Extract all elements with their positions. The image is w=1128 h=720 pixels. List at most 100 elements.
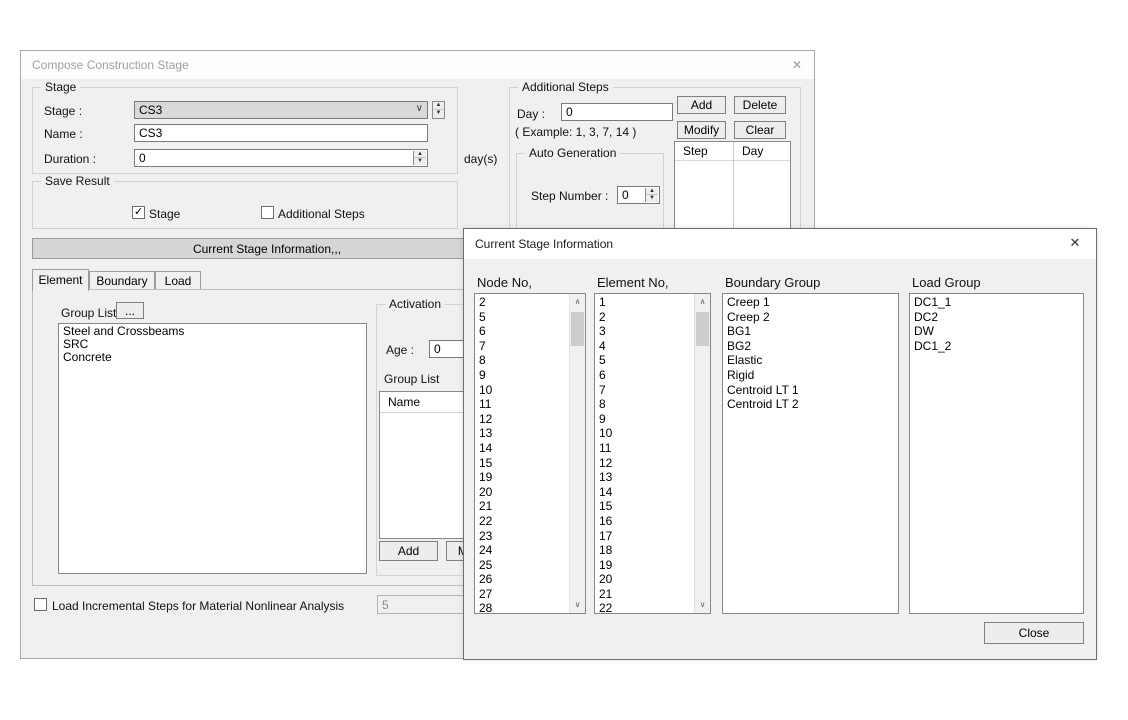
add-step-button[interactable]: Add (677, 96, 726, 114)
stage-combobox[interactable]: CS3 ∨ (134, 101, 428, 119)
list-item[interactable]: Creep 2 (723, 310, 898, 325)
list-item[interactable]: 14 (595, 485, 693, 500)
list-item[interactable]: 15 (595, 499, 693, 514)
step-number-spinner[interactable]: ▲▼ (645, 188, 658, 202)
list-item[interactable]: 26 (475, 572, 568, 587)
steps-table-header-step[interactable]: Step (675, 142, 733, 161)
list-item[interactable]: 17 (595, 529, 693, 544)
list-item[interactable]: Steel and Crossbeams (59, 325, 366, 338)
current-stage-information-button[interactable]: Current Stage Information,,, (32, 238, 502, 259)
list-item[interactable]: 13 (475, 426, 568, 441)
spin-down-icon[interactable]: ▼ (433, 110, 444, 118)
close-button[interactable]: Close (984, 622, 1084, 644)
compose-close-icon[interactable]: ✕ (788, 56, 806, 74)
list-item[interactable]: 24 (475, 543, 568, 558)
element-no-listbox[interactable]: ∧ ∨ 12345678910111213141516171819202122 (594, 293, 711, 614)
list-item[interactable]: 23 (475, 529, 568, 544)
steps-table-header-day[interactable]: Day (734, 142, 790, 161)
list-item[interactable]: 5 (595, 353, 693, 368)
info-dialog-titlebar[interactable]: Current Stage Information ✕ (464, 229, 1096, 259)
list-item[interactable]: 6 (475, 324, 568, 339)
list-item[interactable]: SRC (59, 338, 366, 351)
spin-up-icon[interactable]: ▲ (646, 188, 658, 195)
list-item[interactable]: 10 (595, 426, 693, 441)
duration-field[interactable]: 0 ▲▼ (134, 149, 428, 167)
tab-load[interactable]: Load (155, 271, 201, 290)
list-item[interactable]: 7 (475, 339, 568, 354)
load-group-listbox[interactable]: DC1_1DC2DWDC1_2 (909, 293, 1084, 614)
node-no-listbox[interactable]: ∧ ∨ 256789101112131415192021222324252627… (474, 293, 586, 614)
list-item[interactable]: 20 (475, 485, 568, 500)
list-item[interactable]: 15 (475, 456, 568, 471)
spin-up-icon[interactable]: ▲ (433, 102, 444, 110)
list-item[interactable]: 20 (595, 572, 693, 587)
scrollbar-thumb[interactable] (571, 312, 584, 346)
list-item[interactable]: 13 (595, 470, 693, 485)
list-item[interactable]: 12 (475, 412, 568, 427)
stage-spinner[interactable]: ▲ ▼ (432, 101, 445, 119)
list-item[interactable]: 11 (475, 397, 568, 412)
list-item[interactable]: 28 (475, 601, 568, 614)
list-item[interactable]: 19 (595, 558, 693, 573)
clear-steps-button[interactable]: Clear (734, 121, 786, 139)
list-item[interactable]: 21 (595, 587, 693, 602)
list-item[interactable]: 7 (595, 383, 693, 398)
list-item[interactable]: Concrete (59, 351, 366, 364)
list-item[interactable]: Creep 1 (723, 295, 898, 310)
save-additional-steps-checkbox[interactable] (261, 206, 274, 219)
duration-spinner[interactable]: ▲▼ (413, 151, 426, 165)
spin-down-icon[interactable]: ▼ (414, 158, 426, 165)
list-item[interactable]: DC1_1 (910, 295, 1083, 310)
list-item[interactable]: 8 (595, 397, 693, 412)
list-item[interactable]: Rigid (723, 368, 898, 383)
list-item[interactable]: Centroid LT 1 (723, 383, 898, 398)
scroll-up-icon[interactable]: ∧ (695, 294, 710, 310)
scroll-down-icon[interactable]: ∨ (570, 597, 585, 613)
element-list-scrollbar[interactable]: ∧ ∨ (694, 294, 710, 613)
list-item[interactable]: 2 (595, 310, 693, 325)
list-item[interactable]: 22 (595, 601, 693, 614)
list-item[interactable]: 5 (475, 310, 568, 325)
compose-dialog-titlebar[interactable]: Compose Construction Stage ✕ (21, 51, 814, 79)
step-number-field[interactable]: 0 ▲▼ (617, 186, 660, 204)
list-item[interactable]: 6 (595, 368, 693, 383)
list-item[interactable]: 2 (475, 295, 568, 310)
tab-element[interactable]: Element (32, 269, 89, 291)
list-item[interactable]: 14 (475, 441, 568, 456)
day-field[interactable] (561, 103, 673, 121)
name-field[interactable] (134, 124, 428, 142)
list-item[interactable]: 12 (595, 456, 693, 471)
list-item[interactable]: BG2 (723, 339, 898, 354)
list-item[interactable]: 4 (595, 339, 693, 354)
tab-boundary[interactable]: Boundary (89, 271, 155, 290)
node-list-scrollbar[interactable]: ∧ ∨ (569, 294, 585, 613)
save-stage-checkbox[interactable]: ✓ (132, 206, 145, 219)
list-item[interactable]: 16 (595, 514, 693, 529)
spin-up-icon[interactable]: ▲ (414, 151, 426, 158)
boundary-group-listbox[interactable]: Creep 1Creep 2BG1BG2ElasticRigidCentroid… (722, 293, 899, 614)
list-item[interactable]: 10 (475, 383, 568, 398)
nonlinear-analysis-checkbox[interactable] (34, 598, 47, 611)
modify-step-button[interactable]: Modify (677, 121, 726, 139)
group-listbox[interactable]: Steel and CrossbeamsSRCConcrete (58, 323, 367, 574)
list-item[interactable]: 21 (475, 499, 568, 514)
list-item[interactable]: 9 (475, 368, 568, 383)
list-item[interactable]: Elastic (723, 353, 898, 368)
list-item[interactable]: 19 (475, 470, 568, 485)
list-item[interactable]: Centroid LT 2 (723, 397, 898, 412)
spin-down-icon[interactable]: ▼ (646, 195, 658, 202)
list-item[interactable]: DC2 (910, 310, 1083, 325)
chevron-down-icon[interactable]: ∨ (416, 103, 423, 114)
group-list-browse-button[interactable]: ... (116, 302, 144, 319)
scrollbar-thumb[interactable] (696, 312, 709, 346)
list-item[interactable]: 9 (595, 412, 693, 427)
list-item[interactable]: 8 (475, 353, 568, 368)
list-item[interactable]: 3 (595, 324, 693, 339)
list-item[interactable]: 25 (475, 558, 568, 573)
list-item[interactable]: DC1_2 (910, 339, 1083, 354)
list-item[interactable]: DW (910, 324, 1083, 339)
list-item[interactable]: 27 (475, 587, 568, 602)
scroll-up-icon[interactable]: ∧ (570, 294, 585, 310)
list-item[interactable]: BG1 (723, 324, 898, 339)
activation-add-button[interactable]: Add (379, 541, 438, 561)
